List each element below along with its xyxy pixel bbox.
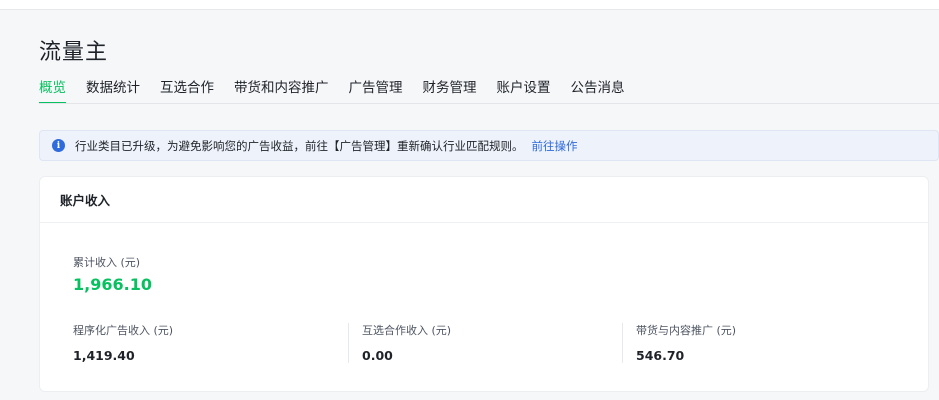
notice-text: 行业类目已升级，为避免影响您的广告收益，前往【广告管理】重新确认行业匹配规则。 — [75, 138, 524, 153]
tab-bar: 概览 数据统计 互选合作 带货和内容推广 广告管理 财务管理 账户设置 公告消息 — [39, 78, 625, 104]
info-icon: i — [52, 139, 65, 152]
column-divider — [622, 323, 623, 363]
top-bar — [0, 0, 939, 10]
mutual-cooperation-income: 互选合作收入 (元) 0.00 — [362, 322, 452, 363]
programmatic-ad-income: 程序化广告收入 (元) 1,419.40 — [73, 322, 174, 363]
tab-account-settings[interactable]: 账户设置 — [497, 78, 551, 104]
notice-banner: i 行业类目已升级，为避免影响您的广告收益，前往【广告管理】重新确认行业匹配规则… — [39, 130, 939, 161]
tab-announcements[interactable]: 公告消息 — [571, 78, 625, 104]
tab-mutual-cooperation[interactable]: 互选合作 — [160, 78, 214, 104]
card-title: 账户收入 — [40, 177, 928, 223]
commerce-promotion-income: 带货与内容推广 (元) 546.70 — [636, 322, 737, 363]
notice-action-link[interactable]: 前往操作 — [532, 138, 578, 154]
programmatic-ad-income-label: 程序化广告收入 (元) — [73, 324, 174, 337]
mutual-cooperation-income-label: 互选合作收入 (元) — [362, 324, 452, 337]
total-income-label: 累计收入 (元) — [73, 256, 141, 269]
tab-divider — [39, 103, 939, 104]
column-divider — [348, 323, 349, 363]
account-income-card: 账户收入 累计收入 (元) 1,966.10 程序化广告收入 (元) 1,419… — [39, 176, 929, 392]
page-title: 流量主 — [39, 40, 109, 65]
programmatic-ad-income-value: 1,419.40 — [73, 348, 135, 363]
mutual-cooperation-income-value: 0.00 — [362, 348, 393, 363]
total-income-value: 1,966.10 — [73, 275, 152, 294]
commerce-promotion-income-value: 546.70 — [636, 348, 685, 363]
tab-data-statistics[interactable]: 数据统计 — [86, 78, 140, 104]
tab-commerce-promotion[interactable]: 带货和内容推广 — [234, 78, 329, 104]
commerce-promotion-income-label: 带货与内容推广 (元) — [636, 324, 737, 337]
tab-finance-management[interactable]: 财务管理 — [423, 78, 477, 104]
tab-ad-management[interactable]: 广告管理 — [349, 78, 403, 104]
tab-overview[interactable]: 概览 — [39, 78, 66, 104]
